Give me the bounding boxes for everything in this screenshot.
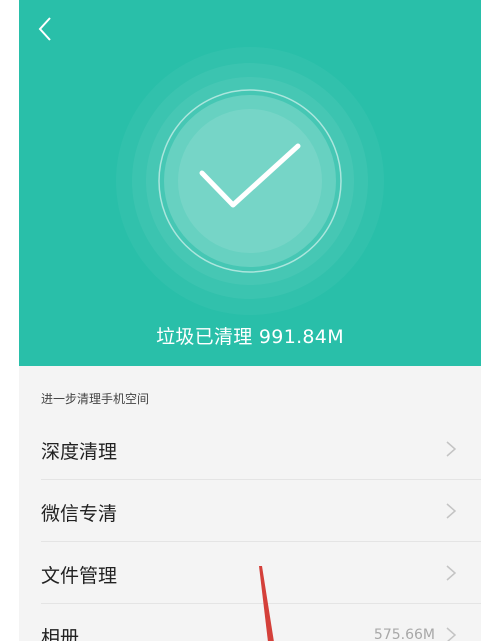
chevron-right-icon bbox=[446, 441, 457, 457]
app-frame: 垃圾已清理 991.84M 进一步清理手机空间 深度清理 微信专清 文件管理 相… bbox=[0, 0, 500, 641]
chevron-right-icon bbox=[446, 627, 457, 641]
annotation-arrow bbox=[259, 566, 274, 641]
deep-clean-item[interactable]: 深度清理 bbox=[19, 418, 481, 480]
item-label: 相册 bbox=[41, 627, 80, 641]
phone-screen: 垃圾已清理 991.84M 进一步清理手机空间 深度清理 微信专清 文件管理 相… bbox=[19, 0, 481, 641]
cleanup-options-list: 深度清理 微信专清 文件管理 相册 575.66M bbox=[19, 418, 481, 641]
album-item[interactable]: 相册 575.66M bbox=[19, 604, 481, 641]
wechat-clean-item[interactable]: 微信专清 bbox=[19, 480, 481, 542]
item-label: 文件管理 bbox=[41, 565, 118, 587]
item-label: 深度清理 bbox=[41, 441, 118, 463]
section-caption: 进一步清理手机空间 bbox=[41, 392, 150, 406]
chevron-right-icon bbox=[446, 565, 457, 581]
file-manager-item[interactable]: 文件管理 bbox=[19, 542, 481, 604]
cleanup-result-header: 垃圾已清理 991.84M bbox=[19, 0, 481, 366]
back-button[interactable] bbox=[33, 12, 63, 46]
item-label: 微信专清 bbox=[41, 503, 118, 525]
chevron-left-icon bbox=[38, 17, 51, 41]
chevron-right-icon bbox=[446, 503, 457, 519]
album-size-value: 575.66M bbox=[373, 627, 435, 641]
check-icon bbox=[116, 47, 384, 315]
cleaned-amount-text: 垃圾已清理 991.84M bbox=[156, 326, 344, 348]
